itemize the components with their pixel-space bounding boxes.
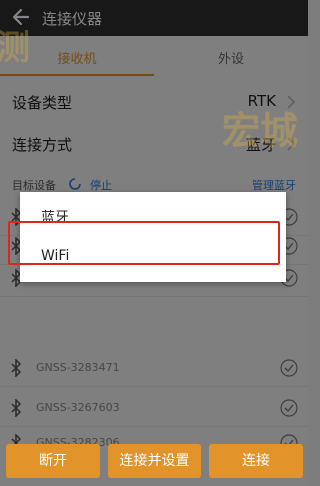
connect-button[interactable]: 连接 [209, 444, 303, 478]
watermark: 测 [0, 28, 30, 68]
connect-and-set-button[interactable]: 连接并设置 [108, 444, 201, 478]
wifi-highlight-box [8, 221, 280, 265]
watermark: 宏城 [222, 109, 299, 153]
disconnect-button[interactable]: 断开 [6, 444, 100, 478]
bottom-action-bar: 断开 连接并设置 连接 [0, 440, 308, 486]
